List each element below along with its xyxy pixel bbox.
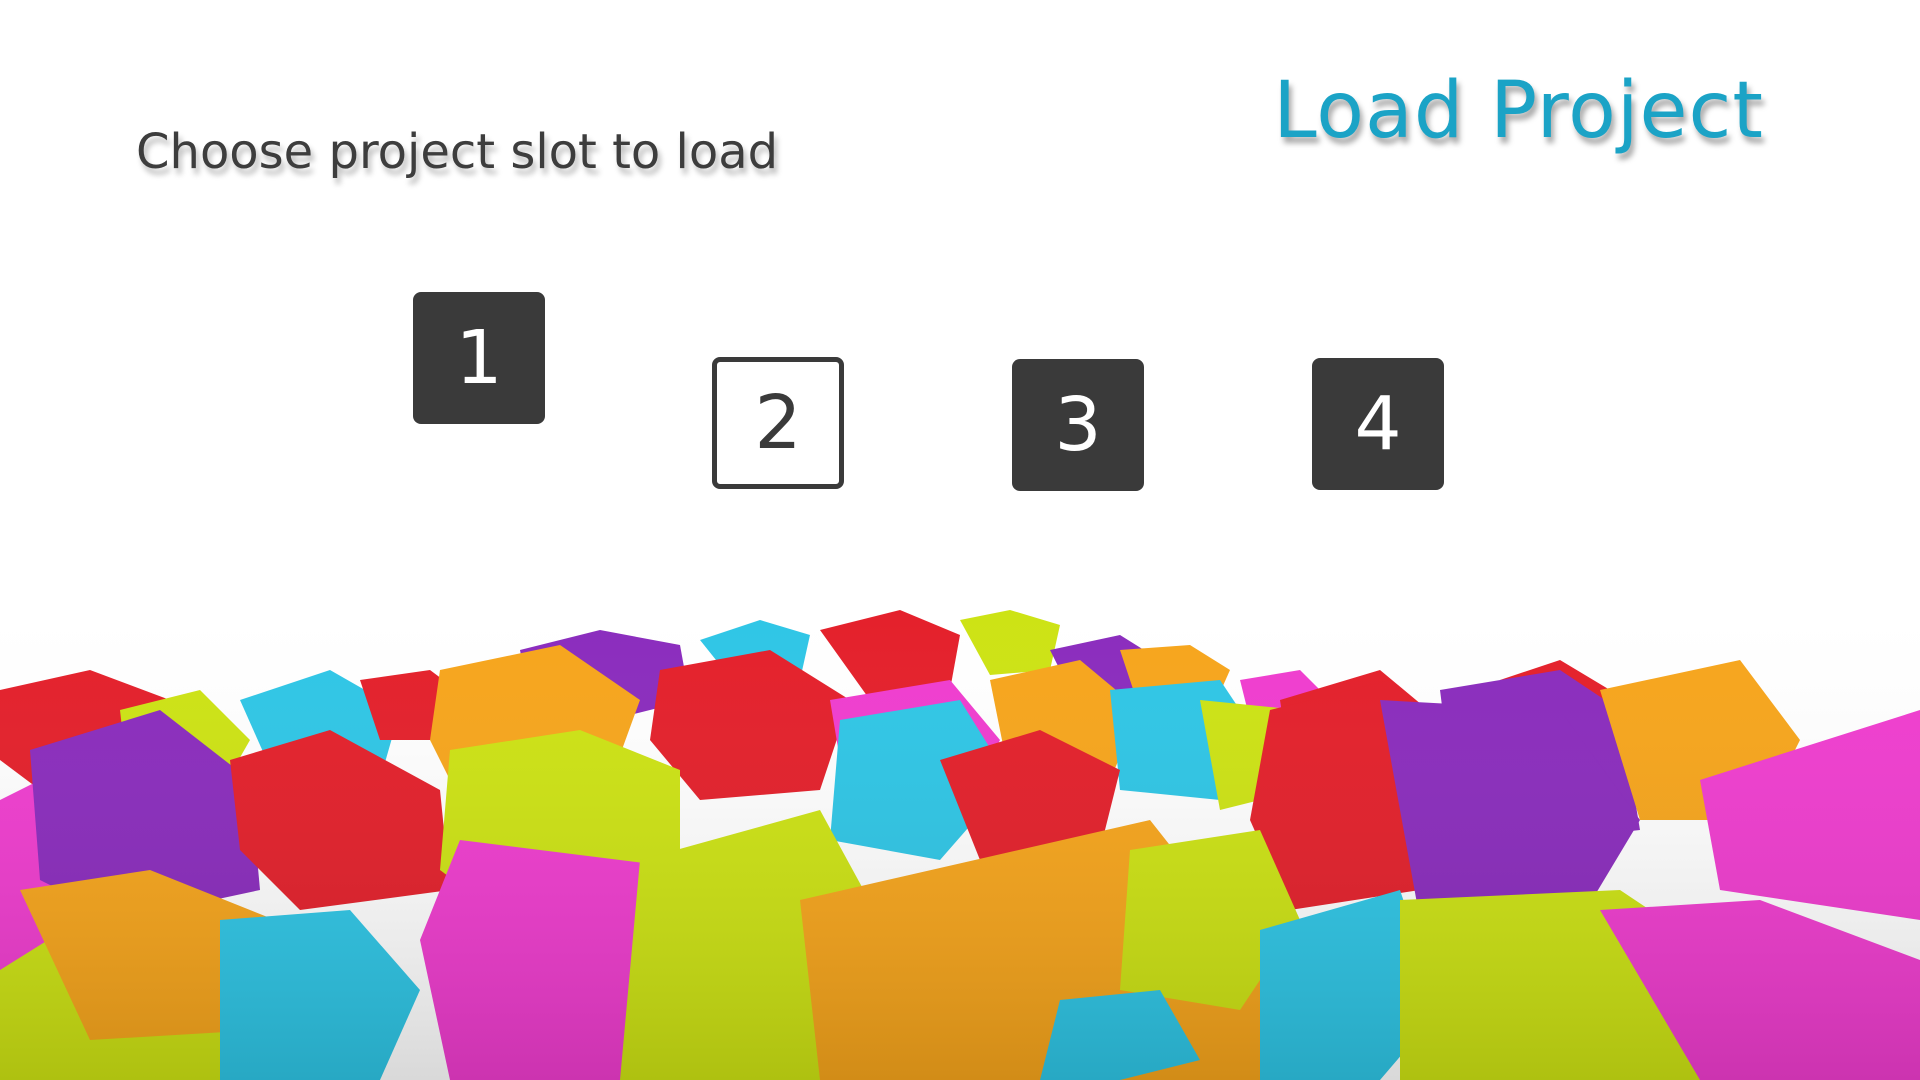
project-slot-4-button[interactable]: 4 [1312, 358, 1444, 490]
load-project-screen: Load Project Choose project slot to load… [0, 0, 1920, 1080]
page-title: Load Project [1273, 66, 1764, 156]
slot-prompt: Choose project slot to load [136, 124, 779, 180]
project-slot-3-button[interactable]: 3 [1012, 359, 1144, 491]
project-slot-1-button[interactable]: 1 [413, 292, 545, 424]
project-slot-2-button[interactable]: 2 [712, 357, 844, 489]
colorful-cubes-image [0, 590, 1920, 1080]
